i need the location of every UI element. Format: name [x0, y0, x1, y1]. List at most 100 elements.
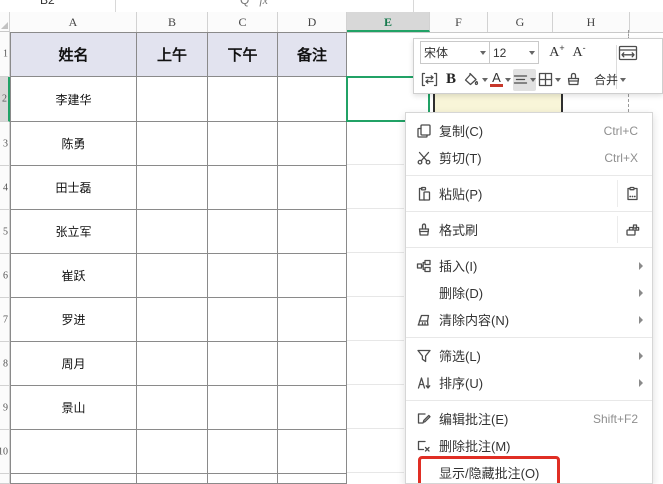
cell-b9[interactable] [137, 386, 208, 430]
row-header-4[interactable]: 4 [0, 166, 10, 210]
font-name-select[interactable]: 宋体 [421, 42, 490, 63]
column-header-d[interactable]: D [278, 12, 347, 32]
cell-c1[interactable]: 下午 [208, 32, 278, 77]
row-header-8[interactable]: 8 [0, 342, 10, 386]
fx-icon[interactable]: fx [259, 0, 268, 7]
row-header-10[interactable]: 10 [0, 430, 10, 474]
cell-a3[interactable]: 陈勇 [10, 122, 137, 166]
format-painter-plus-button[interactable] [617, 216, 646, 243]
row-header-11[interactable] [0, 474, 10, 484]
cell-d9[interactable] [278, 386, 347, 430]
column-header-g[interactable]: G [488, 12, 553, 32]
font-size-select[interactable]: 12 [490, 42, 538, 63]
cell-a8[interactable]: 周月 [10, 342, 137, 386]
cell-c10[interactable] [208, 430, 278, 474]
column-header-h[interactable]: H [553, 12, 630, 32]
cell-a10[interactable] [10, 430, 137, 474]
cell-c5[interactable] [208, 210, 278, 254]
column-header-e-selected[interactable]: E [347, 12, 430, 32]
menu-item-clear-contents[interactable]: 清除内容(N) [406, 306, 652, 333]
magnifier-icon[interactable]: Q [240, 0, 249, 7]
menu-item-edit-comment[interactable]: 编辑批注(E) Shift+F2 [406, 405, 652, 432]
fx-area: Qfx [240, 0, 268, 8]
menu-item-sort[interactable]: 排序(U) [406, 369, 652, 396]
fill-color-button[interactable] [463, 69, 488, 91]
cell-b3[interactable] [137, 122, 208, 166]
menu-item-cut[interactable]: 剪切(T) Ctrl+X [406, 144, 652, 171]
alignment-button[interactable] [513, 68, 536, 91]
cell-d4[interactable] [278, 166, 347, 210]
cell-b7[interactable] [137, 298, 208, 342]
row-header-5[interactable]: 5 [0, 210, 10, 254]
cell-d3[interactable] [278, 122, 347, 166]
paste-special-button[interactable] [617, 180, 646, 207]
row-header-3[interactable]: 3 [0, 122, 10, 166]
merge-button[interactable]: 合并 [594, 69, 627, 91]
menu-item-format-painter[interactable]: 格式刷 [406, 216, 652, 243]
menu-item-insert[interactable]: 插入(I) [406, 252, 652, 279]
column-header-a[interactable]: A [10, 12, 137, 32]
cell-a4[interactable]: 田士磊 [10, 166, 137, 210]
row-header-9[interactable]: 9 [0, 386, 10, 430]
menu-item-filter[interactable]: 筛选(L) [406, 342, 652, 369]
column-header-c[interactable]: C [208, 12, 278, 32]
cell-a2[interactable]: 李建华 [10, 77, 137, 122]
menu-item-paste[interactable]: 粘贴(P) [406, 180, 652, 207]
format-painter-button[interactable] [563, 69, 583, 91]
cell-c7[interactable] [208, 298, 278, 342]
cell-d1[interactable]: 备注 [278, 32, 347, 77]
row-header-1[interactable]: 1 [0, 32, 10, 77]
cell-b1[interactable]: 上午 [137, 32, 208, 77]
cell-b4[interactable] [137, 166, 208, 210]
cell-b11[interactable] [137, 474, 208, 484]
menu-item-label: 清除内容(N) [439, 313, 510, 328]
formula-bar-divider [413, 0, 414, 12]
row-header-2-selected[interactable]: 2 [0, 77, 10, 122]
cell-c11[interactable] [208, 474, 278, 484]
row-header-6[interactable]: 6 [0, 254, 10, 298]
column-header-f[interactable]: F [430, 12, 488, 32]
font-color-button[interactable]: A [490, 69, 511, 91]
cell-d2[interactable] [278, 77, 347, 122]
menu-item-label: 显示/隐藏批注(O) [439, 466, 540, 481]
decrease-font-button[interactable]: A- [569, 42, 589, 64]
cell-d6[interactable] [278, 254, 347, 298]
cell-b2[interactable] [137, 77, 208, 122]
cell-b6[interactable] [137, 254, 208, 298]
cell-b5[interactable] [137, 210, 208, 254]
borders-button[interactable] [538, 69, 561, 91]
cell-c3[interactable] [208, 122, 278, 166]
menu-item-label: 删除(D) [439, 286, 484, 301]
cell-c6[interactable] [208, 254, 278, 298]
cell-a5[interactable]: 张立军 [10, 210, 137, 254]
cell-c4[interactable] [208, 166, 278, 210]
cell-d11[interactable] [278, 474, 347, 484]
increase-font-button[interactable]: A + [547, 42, 567, 64]
insert-cells-icon [415, 257, 433, 275]
menu-item-copy[interactable]: 复制(C) Ctrl+C [406, 117, 652, 144]
name-box[interactable]: B2 [0, 0, 116, 12]
cell-a1[interactable]: 姓名 [10, 32, 137, 77]
cell-a9[interactable]: 景山 [10, 386, 137, 430]
cell-d10[interactable] [278, 430, 347, 474]
bold-button[interactable]: B [441, 69, 461, 91]
cell-d8[interactable] [278, 342, 347, 386]
format-settings-button[interactable] [419, 69, 439, 91]
cell-b10[interactable] [137, 430, 208, 474]
menu-item-show-hide-comment[interactable]: 显示/隐藏批注(O) [406, 456, 652, 483]
cell-c9[interactable] [208, 386, 278, 430]
row-header-7[interactable]: 7 [0, 298, 10, 342]
column-header-b[interactable]: B [137, 12, 208, 32]
cell-b8[interactable] [137, 342, 208, 386]
cell-a7[interactable]: 罗进 [10, 298, 137, 342]
menu-item-delete-comment[interactable]: 删除批注(M) [406, 432, 652, 459]
cell-a11[interactable] [10, 474, 137, 484]
menu-item-delete[interactable]: 删除(D) [406, 279, 652, 306]
cell-d5[interactable] [278, 210, 347, 254]
select-all-corner[interactable] [0, 12, 10, 32]
cell-c8[interactable] [208, 342, 278, 386]
cell-c2[interactable] [208, 77, 278, 122]
cell-d7[interactable] [278, 298, 347, 342]
cell-a6[interactable]: 崔跃 [10, 254, 137, 298]
autofit-width-button[interactable] [618, 42, 638, 64]
